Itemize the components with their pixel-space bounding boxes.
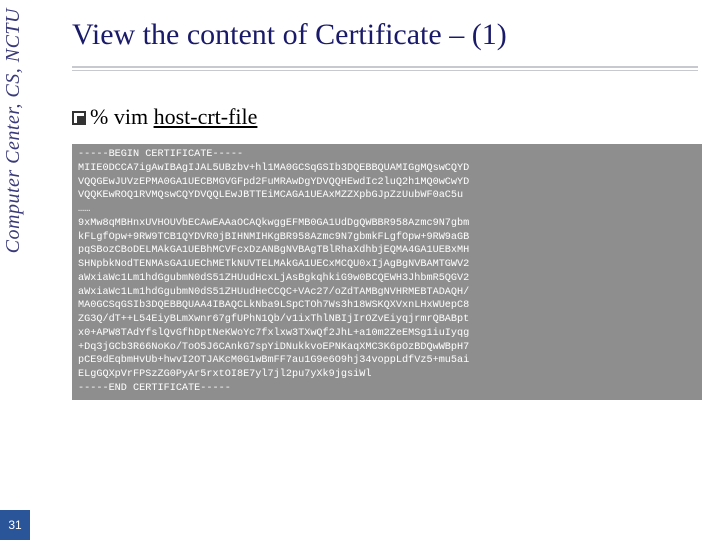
command-filename: host-crt-file: [154, 104, 258, 129]
page-number: 31: [0, 510, 30, 540]
certificate-text-block: -----BEGIN CERTIFICATE----- MIIE0DCCA7ig…: [72, 144, 702, 400]
sidebar: Computer Center, CS, NCTU: [2, 0, 30, 540]
command-prefix: % vim: [90, 104, 154, 129]
title-divider: [72, 66, 708, 74]
page-title: View the content of Certificate – (1): [72, 18, 708, 52]
sidebar-org-text: Computer Center, CS, NCTU: [2, 8, 25, 253]
main-content: View the content of Certificate – (1) % …: [72, 18, 708, 400]
bullet-icon: [72, 111, 86, 125]
command-line: % vim host-crt-file: [72, 104, 708, 130]
